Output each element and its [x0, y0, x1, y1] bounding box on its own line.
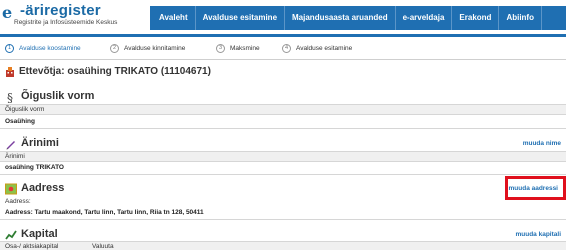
legal-form-label: Õiguslik vorm [5, 106, 45, 113]
nav-item-home[interactable]: Avaleht [150, 6, 196, 30]
nav-item-e-accountant[interactable]: e-arveldaja [396, 6, 453, 30]
map-pin-icon [5, 182, 17, 195]
step-label: Maksmine [230, 45, 260, 52]
step-number: 4 [282, 44, 291, 53]
step-label: Avalduse koostamine [19, 45, 81, 52]
company-title: Ettevõtja: osaühing TRIKATO (11104671) [19, 66, 211, 77]
change-capital-link[interactable]: muuda kapitali [515, 231, 561, 238]
step-number: 3 [216, 44, 225, 53]
chart-trend-icon [5, 228, 17, 240]
field-label-bar [0, 241, 566, 250]
svg-text:§: § [7, 91, 13, 103]
row-divider [0, 219, 566, 220]
nav-item-help[interactable]: Abiinfo [499, 6, 542, 30]
step-label: Avalduse esitamine [296, 45, 353, 52]
header: e -äriregister Registrite ja Infosüsteem… [0, 0, 566, 34]
section-title: Kapital [21, 228, 58, 240]
step-number: 2 [110, 44, 119, 53]
row-divider [0, 174, 566, 175]
e-business-register-logo[interactable]: e -äriregister Registrite ja Infosüsteem… [2, 2, 152, 32]
nav-item-submit-application[interactable]: Avalduse esitamine [196, 6, 286, 30]
step-submit: 4 Avalduse esitamine [282, 44, 352, 53]
field-label-bar [0, 151, 566, 162]
step-compose: 1 Avalduse koostamine [5, 44, 81, 53]
pen-icon [5, 137, 17, 150]
business-name-value: osaühing TRIKATO [5, 164, 64, 171]
main-nav: Avaleht Avalduse esitamine Majandusaasta… [150, 6, 566, 30]
progress-steps: 1 Avalduse koostamine 2 Avalduse kinnita… [0, 40, 566, 60]
paragraph-icon: § [5, 90, 17, 105]
section-business-name: Ärinimi muuda nime [0, 137, 566, 150]
logo-mark: e [2, 3, 13, 22]
share-capital-label: Osa-/ aktsiakapital [5, 243, 59, 250]
logo-subtitle: Registrite ja Infosüsteemide Keskus [14, 19, 118, 26]
section-capital: Kapital muuda kapitali [0, 228, 566, 240]
step-confirm: 2 Avalduse kinnitamine [110, 44, 185, 53]
header-divider [0, 34, 566, 37]
nav-item-annual-reports[interactable]: Majandusaasta aruanded [285, 6, 396, 30]
step-label: Avalduse kinnitamine [124, 45, 186, 52]
currency-label: Valuuta [92, 243, 114, 250]
section-address: Aadress muuda aadressi [0, 182, 566, 195]
section-legal-form: § Õiguslik vorm [0, 90, 566, 105]
building-icon [5, 66, 15, 77]
address-label: Aadress: [5, 198, 31, 205]
address-value: Aadress: Tartu maakond, Tartu linn, Tart… [5, 209, 204, 216]
business-name-label: Ärinimi [5, 153, 25, 160]
field-label-bar [0, 104, 566, 115]
nav-item-party[interactable]: Erakond [452, 6, 500, 30]
row-divider [0, 128, 566, 129]
logo-title: -äriregister [20, 2, 101, 19]
step-number: 1 [5, 44, 14, 53]
company-heading: Ettevõtja: osaühing TRIKATO (11104671) [5, 66, 211, 77]
section-title: Aadress [21, 182, 65, 194]
step-payment: 3 Maksmine [216, 44, 260, 53]
highlight-box [505, 176, 566, 200]
steps-divider [0, 59, 566, 60]
change-name-link[interactable]: muuda nime [523, 140, 561, 147]
section-title: Õiguslik vorm [21, 90, 95, 102]
legal-form-value: Osaühing [5, 118, 35, 125]
section-title: Ärinimi [21, 137, 59, 149]
